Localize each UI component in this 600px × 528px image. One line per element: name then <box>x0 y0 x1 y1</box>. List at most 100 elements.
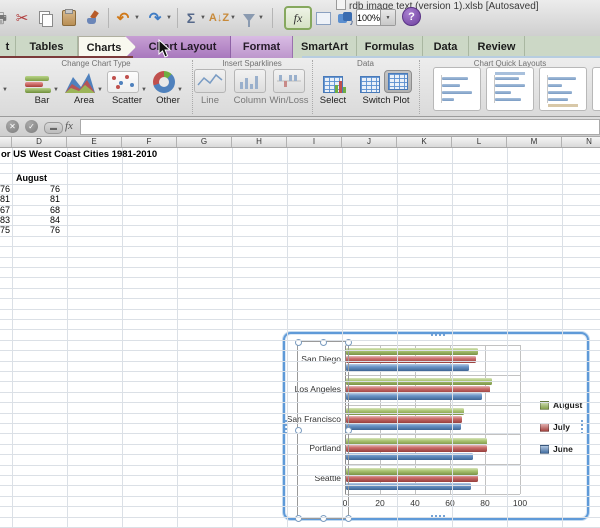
column-header-N[interactable]: N <box>562 137 600 147</box>
bar-chart-icon <box>25 76 51 93</box>
filter-icon[interactable] <box>241 8 257 28</box>
enter-icon[interactable]: ✓ <box>25 120 38 133</box>
column-header-F[interactable]: F <box>122 137 177 147</box>
gridline-h <box>0 184 600 185</box>
cell-col-d-value: 68 <box>15 205 60 215</box>
switch-plot-button[interactable]: Switch Plot <box>357 67 415 106</box>
toolbox-icon[interactable] <box>314 8 332 28</box>
sort-dropdown-icon[interactable]: ▼ <box>229 8 237 28</box>
column-header-G[interactable]: G <box>177 137 232 147</box>
gridline-h <box>0 506 600 507</box>
scatter-chart-type-button[interactable]: ▼ Scatter <box>105 67 149 106</box>
formula-builder-button[interactable]: fx <box>284 6 312 30</box>
column-header-E[interactable]: E <box>67 137 122 147</box>
tab-format[interactable]: Format <box>231 36 293 58</box>
sparkline-column-button[interactable]: Column <box>231 67 269 106</box>
chart-quick-layout-4[interactable] <box>592 67 600 111</box>
copy-icon[interactable] <box>36 8 54 28</box>
zoom-dropdown-icon[interactable]: ▼ <box>380 10 395 25</box>
paste-icon[interactable] <box>60 8 78 28</box>
print-icon[interactable]: 🖶 <box>0 8 6 28</box>
select-data-button[interactable]: Select <box>315 67 351 106</box>
standard-toolbar: rdb image text (version 1).xlsb [Autosav… <box>0 0 600 37</box>
chart-gridline-v <box>485 345 486 494</box>
cell-col-c-value: 83 <box>0 215 10 225</box>
redo-dropdown-icon[interactable]: ▼ <box>165 8 173 28</box>
chart-quick-layout-3[interactable] <box>539 67 587 111</box>
function-pill-icon[interactable]: ▬ <box>44 122 63 134</box>
column-header-H[interactable]: H <box>232 137 287 147</box>
tabbar-underline <box>302 56 600 58</box>
gridline-h <box>0 257 600 258</box>
filter-dropdown-icon[interactable]: ▼ <box>257 8 265 28</box>
undo-icon[interactable]: ↶ <box>113 8 133 28</box>
tab-data[interactable]: Data <box>423 36 469 58</box>
gridline-h <box>0 413 600 414</box>
column-header-D[interactable]: D <box>12 137 67 147</box>
chart-quick-layout-1[interactable] <box>433 67 481 111</box>
sparkline-line-icon <box>194 69 226 93</box>
gridline-h <box>0 517 600 518</box>
cell-august-header: August <box>16 173 64 183</box>
cell-col-c-value: 67 <box>0 205 10 215</box>
tab-charts[interactable]: Charts <box>78 36 136 58</box>
redo-icon[interactable]: ↷ <box>145 8 165 28</box>
donut-chart-icon <box>153 71 175 93</box>
chart-bar-july <box>346 445 487 452</box>
gridline-h <box>0 205 600 206</box>
tab-formulas[interactable]: Formulas <box>357 36 423 58</box>
chart-type-partial-button[interactable]: ▼ <box>0 67 8 93</box>
area-chart-type-button[interactable]: ▼ Area <box>64 67 104 106</box>
tab-review[interactable]: Review <box>469 36 525 58</box>
column-header-L[interactable]: L <box>452 137 507 147</box>
bar-chart-type-button[interactable]: ▼ Bar <box>22 67 62 106</box>
scatter-chart-icon <box>107 71 139 93</box>
cell-col-c-value: 75 <box>0 225 10 235</box>
gridline-h <box>0 496 600 497</box>
tab-tables[interactable]: Tables <box>16 36 78 58</box>
column-header-M[interactable]: M <box>507 137 562 147</box>
cut-icon[interactable]: ✂ <box>12 8 32 28</box>
gridline-h <box>0 371 600 372</box>
column-header-K[interactable]: K <box>397 137 452 147</box>
format-painter-icon[interactable] <box>84 8 102 28</box>
toolbar-separator <box>108 8 109 28</box>
autosum-icon[interactable]: Σ <box>183 8 199 28</box>
sparkline-winloss-button[interactable]: Win/Loss <box>267 67 311 106</box>
gridline-h <box>0 267 600 268</box>
gridline-h <box>0 340 600 341</box>
chart-gridline-h <box>345 375 520 376</box>
gridline-h <box>0 319 600 320</box>
chart-gridline-h <box>345 405 520 406</box>
zoom-control[interactable]: 100%▼ <box>356 9 396 26</box>
fx-label: fx <box>65 120 73 132</box>
chart-drag-handle[interactable] <box>431 334 445 336</box>
tab-chart-layout[interactable]: Chart Layout <box>125 36 231 58</box>
undo-dropdown-icon[interactable]: ▼ <box>133 8 141 28</box>
help-button[interactable]: ? <box>402 7 421 26</box>
excel-window: rdb image text (version 1).xlsb [Autosav… <box>0 0 600 528</box>
tab-t[interactable]: t <box>0 36 16 58</box>
other-chart-type-button[interactable]: ▼ Other <box>148 67 188 106</box>
cancel-icon[interactable]: ✕ <box>6 120 19 133</box>
gridline-h <box>0 173 600 174</box>
column-header-I[interactable]: I <box>287 137 342 147</box>
column-header-edge[interactable] <box>0 137 12 147</box>
gridline-h <box>0 329 600 330</box>
chart-gridline-v <box>520 345 521 494</box>
sheet-grid[interactable]: San DiegoLos AngelesSan FranciscoPortlan… <box>0 148 600 528</box>
autosum-dropdown-icon[interactable]: ▼ <box>199 8 207 28</box>
formula-input[interactable] <box>80 119 600 135</box>
media-browser-icon[interactable]: ♪ <box>336 8 356 28</box>
gridline-h <box>0 236 600 237</box>
sparkline-line-button[interactable]: Line <box>193 67 227 106</box>
tab-smartart[interactable]: SmartArt <box>293 36 357 58</box>
chart-quick-layout-2[interactable] <box>486 67 534 111</box>
chart-bar-june <box>346 423 461 430</box>
sort-icon[interactable]: A↓Z <box>211 8 227 28</box>
group-change-chart-type: Change Chart Type ▼ ▼ Bar ▼ Area <box>0 58 192 116</box>
chart-bar-july <box>346 416 462 423</box>
chart-gridline-h <box>345 494 520 495</box>
gridline-h <box>0 475 600 476</box>
column-header-J[interactable]: J <box>342 137 397 147</box>
